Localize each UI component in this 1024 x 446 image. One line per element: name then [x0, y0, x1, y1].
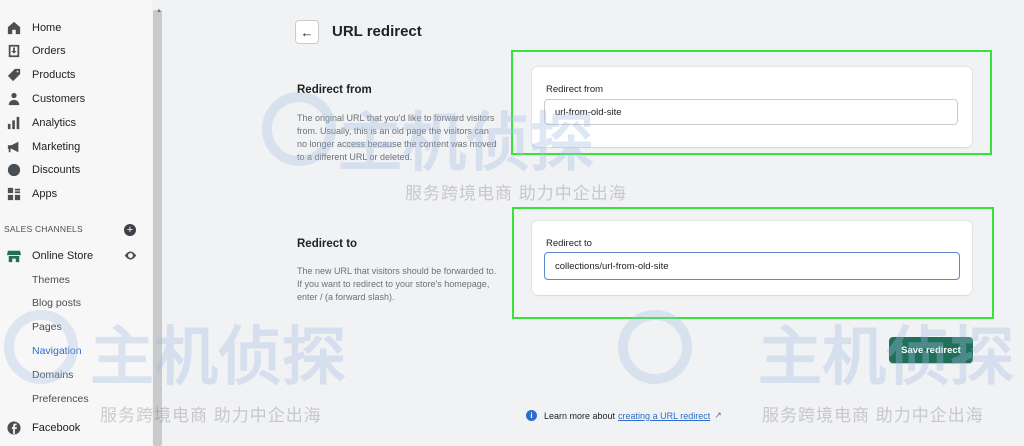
redirect-to-heading: Redirect to	[297, 238, 358, 250]
save-redirect-button[interactable]: Save redirect	[889, 337, 973, 363]
sidebar-item-label: Facebook	[32, 422, 81, 434]
sidebar-item-customers[interactable]: Customers	[6, 89, 85, 109]
page-title: URL redirect	[332, 23, 422, 40]
sales-channels-label: SALES CHANNELS	[4, 224, 83, 234]
sidebar: Home Orders Products Customers Analytics…	[0, 0, 152, 446]
person-icon	[6, 91, 22, 107]
sidebar-scrollbar[interactable]	[153, 10, 162, 446]
redirect-to-input[interactable]	[544, 252, 960, 280]
redirect-to-label: Redirect to	[546, 238, 592, 249]
eye-icon[interactable]	[124, 249, 137, 262]
sidebar-item-label: Orders	[32, 45, 66, 57]
external-link-icon[interactable]: ↗	[714, 410, 722, 421]
add-channel-icon[interactable]: +	[124, 224, 136, 236]
orders-icon	[6, 43, 22, 59]
scroll-up-icon[interactable]: ▲	[156, 8, 162, 14]
learn-more: i Learn more about creating a URL redire…	[526, 410, 722, 421]
redirect-from-card: Redirect from	[532, 67, 972, 147]
sidebar-item-orders[interactable]: Orders	[6, 41, 66, 61]
bar-chart-icon	[6, 115, 22, 131]
sidebar-item-discounts[interactable]: Discounts	[6, 160, 80, 180]
sidebar-sub-themes[interactable]: Themes	[32, 274, 70, 286]
sidebar-item-label: Marketing	[32, 141, 81, 153]
sidebar-sub-blog-posts[interactable]: Blog posts	[32, 297, 81, 309]
sidebar-item-facebook[interactable]: Facebook	[6, 418, 80, 438]
sidebar-item-label: Products	[32, 69, 76, 81]
discount-icon	[6, 162, 22, 178]
redirect-from-label: Redirect from	[546, 84, 604, 95]
redirect-to-card: Redirect to	[532, 221, 972, 295]
megaphone-icon	[6, 139, 22, 155]
back-button[interactable]: ←	[295, 20, 319, 44]
sidebar-item-online-store[interactable]: Online Store	[6, 246, 93, 266]
sidebar-item-marketing[interactable]: Marketing	[6, 137, 80, 157]
facebook-icon	[6, 420, 22, 436]
watermark-main: 主机侦探	[758, 321, 1014, 393]
watermark-sub: 服务跨境电商 助力中企出海	[405, 184, 627, 203]
sidebar-item-products[interactable]: Products	[6, 65, 75, 85]
home-icon	[6, 20, 22, 36]
sidebar-item-apps[interactable]: Apps	[6, 184, 57, 204]
redirect-from-heading: Redirect from	[297, 84, 372, 96]
sidebar-item-label: Customers	[32, 93, 86, 105]
sidebar-sub-preferences[interactable]: Preferences	[32, 393, 89, 405]
store-icon	[6, 248, 22, 264]
sidebar-item-analytics[interactable]: Analytics	[6, 113, 76, 133]
redirect-from-description: The original URL that you'd like to forw…	[297, 113, 497, 162]
learn-more-prefix: Learn more about	[544, 410, 616, 421]
sidebar-sub-navigation[interactable]: Navigation	[32, 345, 82, 357]
sidebar-item-label: Apps	[32, 188, 58, 200]
watermark-sub: 服务跨境电商 助力中企出海	[762, 406, 984, 425]
sidebar-item-label: Discounts	[32, 164, 81, 176]
sidebar-item-home[interactable]: Home	[6, 18, 61, 38]
sidebar-sub-domains[interactable]: Domains	[32, 369, 73, 381]
redirect-from-input[interactable]	[544, 99, 958, 125]
apps-icon	[6, 186, 22, 202]
info-icon: i	[526, 410, 537, 421]
learn-more-link[interactable]: creating a URL redirect	[618, 411, 710, 421]
sidebar-item-label: Online Store	[32, 250, 94, 262]
redirect-to-description: The new URL that visitors should be forw…	[297, 266, 497, 302]
sidebar-item-label: Home	[32, 22, 62, 34]
sidebar-item-label: Analytics	[32, 117, 77, 129]
sidebar-sub-pages[interactable]: Pages	[32, 321, 62, 333]
tag-icon	[6, 67, 22, 83]
watermark-logo-icon	[618, 310, 692, 384]
